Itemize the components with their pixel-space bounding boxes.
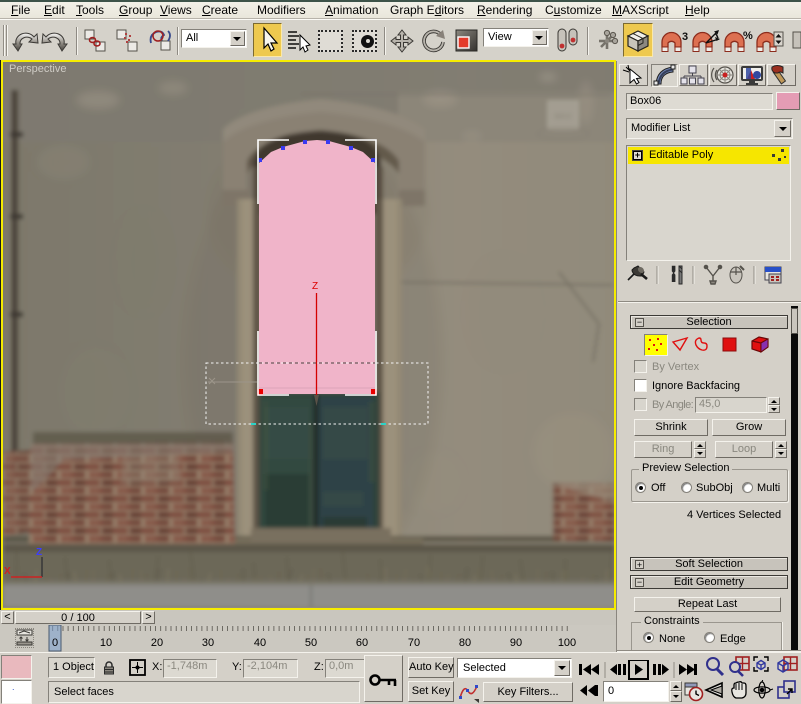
- svg-text:70: 70: [408, 637, 420, 649]
- svg-text:90: 90: [510, 637, 522, 649]
- svg-text:20: 20: [151, 637, 163, 649]
- svg-text:0: 0: [52, 637, 58, 649]
- svg-text:60: 60: [356, 637, 368, 649]
- svg-text:30: 30: [202, 637, 214, 649]
- svg-text:3: 3: [682, 31, 688, 43]
- svg-text:50: 50: [305, 637, 317, 649]
- svg-text:%: %: [743, 30, 753, 42]
- svg-text:40: 40: [254, 637, 266, 649]
- svg-text:80: 80: [459, 637, 471, 649]
- svg-text:100: 100: [558, 637, 576, 649]
- svg-text:10: 10: [100, 637, 112, 649]
